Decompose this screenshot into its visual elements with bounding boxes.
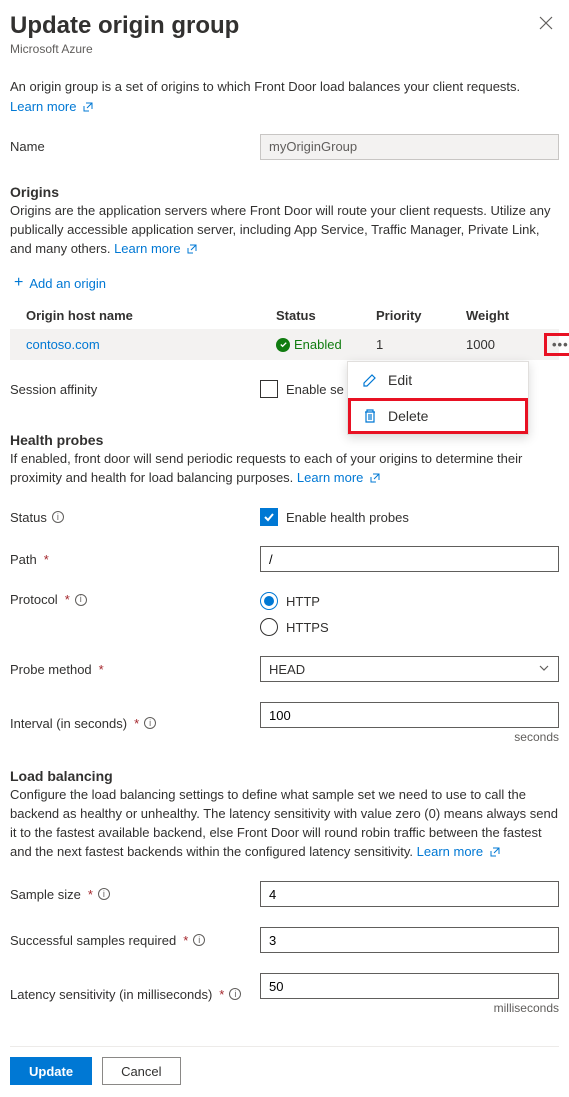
menu-item-delete[interactable]: Delete bbox=[348, 398, 528, 434]
session-affinity-checkbox-label: Enable se bbox=[286, 382, 344, 397]
probe-method-label: Probe method bbox=[10, 662, 92, 677]
info-icon[interactable]: i bbox=[52, 511, 64, 523]
row-actions-button[interactable]: ••• bbox=[546, 335, 569, 354]
info-icon[interactable]: i bbox=[98, 888, 110, 900]
plus-icon: + bbox=[14, 274, 23, 292]
intro-text: An origin group is a set of origins to w… bbox=[10, 78, 559, 97]
origins-heading: Origins bbox=[10, 184, 559, 200]
protocol-http-label: HTTP bbox=[286, 594, 320, 609]
success-samples-input[interactable] bbox=[260, 927, 559, 953]
info-icon[interactable]: i bbox=[75, 594, 87, 606]
info-icon[interactable]: i bbox=[193, 934, 205, 946]
menu-edit-label: Edit bbox=[388, 372, 412, 388]
origins-desc: Origins are the application servers wher… bbox=[10, 203, 550, 256]
path-label: Path bbox=[10, 552, 37, 567]
page-title: Update origin group bbox=[10, 12, 533, 40]
chevron-down-icon bbox=[538, 662, 550, 677]
intro-learn-more-link[interactable]: Learn more bbox=[10, 99, 93, 114]
menu-item-edit[interactable]: Edit bbox=[348, 362, 528, 398]
cancel-button[interactable]: Cancel bbox=[102, 1057, 180, 1085]
name-label: Name bbox=[10, 139, 260, 154]
col-header-weight: Weight bbox=[466, 308, 546, 323]
latency-input[interactable] bbox=[260, 973, 559, 999]
protocol-https-radio[interactable] bbox=[260, 618, 278, 636]
lb-heading: Load balancing bbox=[10, 768, 559, 784]
session-affinity-checkbox[interactable] bbox=[260, 380, 278, 398]
health-learn-more-link[interactable]: Learn more bbox=[297, 470, 380, 485]
intro-learn-more-label: Learn more bbox=[10, 99, 76, 114]
col-header-status: Status bbox=[276, 308, 376, 323]
protocol-label: Protocol bbox=[10, 592, 58, 607]
latency-label: Latency sensitivity (in milliseconds) bbox=[10, 987, 212, 1002]
context-menu: Edit Delete bbox=[347, 361, 529, 435]
close-icon[interactable] bbox=[533, 12, 559, 39]
external-link-icon bbox=[83, 99, 93, 114]
menu-delete-label: Delete bbox=[388, 408, 428, 424]
health-status-label: Status bbox=[10, 510, 47, 525]
lb-learn-more-label: Learn more bbox=[417, 844, 483, 859]
trash-icon bbox=[362, 408, 378, 424]
success-samples-label: Successful samples required bbox=[10, 933, 176, 948]
add-origin-label: Add an origin bbox=[29, 276, 106, 291]
enable-health-probes-label: Enable health probes bbox=[286, 510, 409, 525]
name-input bbox=[260, 134, 559, 160]
external-link-icon bbox=[370, 469, 380, 488]
col-header-priority: Priority bbox=[376, 308, 466, 323]
session-affinity-label: Session affinity bbox=[10, 382, 260, 397]
sample-size-input[interactable] bbox=[260, 881, 559, 907]
origin-host-link[interactable]: contoso.com bbox=[26, 337, 276, 352]
enable-health-probes-checkbox[interactable] bbox=[260, 508, 278, 526]
info-icon[interactable]: i bbox=[229, 988, 241, 1000]
health-learn-more-label: Learn more bbox=[297, 470, 363, 485]
check-circle-icon bbox=[276, 338, 290, 352]
probe-method-select[interactable]: HEAD bbox=[260, 656, 559, 682]
pencil-icon bbox=[362, 372, 378, 388]
lb-learn-more-link[interactable]: Learn more bbox=[417, 844, 500, 859]
interval-label: Interval (in seconds) bbox=[10, 716, 127, 731]
external-link-icon bbox=[187, 240, 197, 259]
external-link-icon bbox=[490, 843, 500, 862]
health-desc: If enabled, front door will send periodi… bbox=[10, 451, 522, 485]
origin-weight: 1000 bbox=[466, 337, 546, 352]
sample-size-label: Sample size bbox=[10, 887, 81, 902]
origin-row[interactable]: contoso.com Enabled 1 1000 ••• Edit bbox=[10, 329, 559, 360]
origin-table-header: Origin host name Status Priority Weight bbox=[10, 302, 559, 329]
info-icon[interactable]: i bbox=[144, 717, 156, 729]
update-button[interactable]: Update bbox=[10, 1057, 92, 1085]
interval-input[interactable] bbox=[260, 702, 559, 728]
origin-status: Enabled bbox=[294, 337, 342, 352]
probe-method-value: HEAD bbox=[269, 662, 305, 677]
origins-learn-more-link[interactable]: Learn more bbox=[114, 241, 197, 256]
interval-unit: seconds bbox=[260, 730, 559, 744]
page-subtitle: Microsoft Azure bbox=[10, 42, 559, 56]
col-header-host: Origin host name bbox=[26, 308, 276, 323]
origins-learn-more-label: Learn more bbox=[114, 241, 180, 256]
origin-priority: 1 bbox=[376, 337, 466, 352]
protocol-https-label: HTTPS bbox=[286, 620, 329, 635]
path-input[interactable] bbox=[260, 546, 559, 572]
add-origin-button[interactable]: + Add an origin bbox=[14, 274, 559, 292]
latency-unit: milliseconds bbox=[260, 1001, 559, 1015]
protocol-http-radio[interactable] bbox=[260, 592, 278, 610]
